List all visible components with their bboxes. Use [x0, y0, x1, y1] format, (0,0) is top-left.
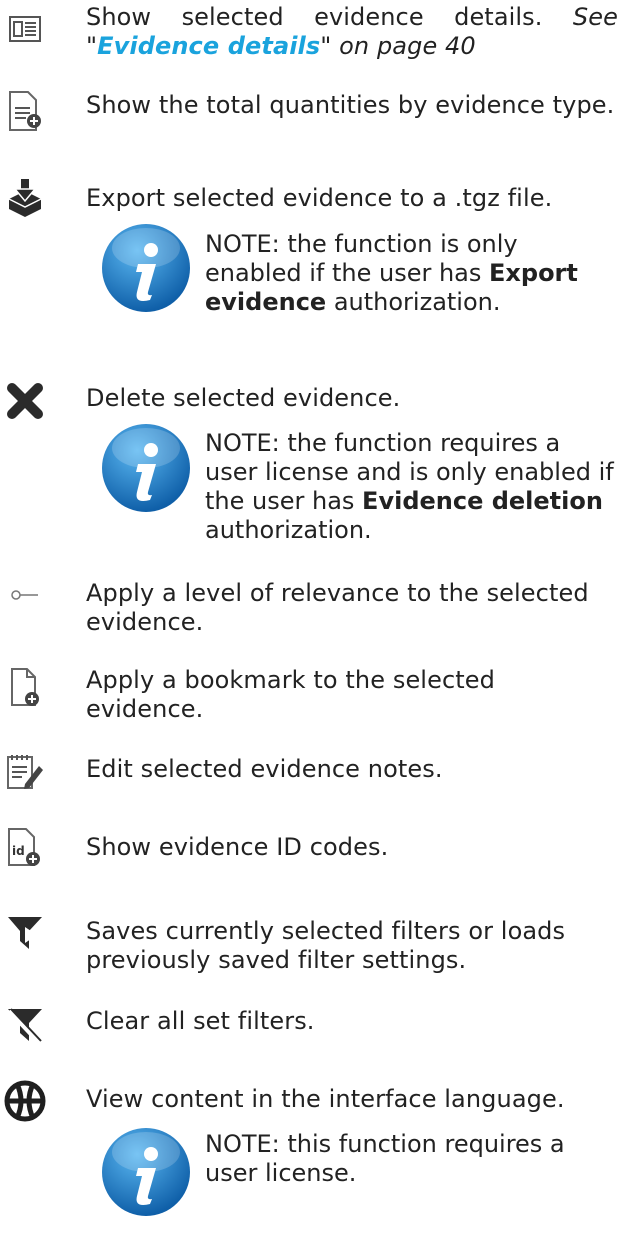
note-text-end: authorization.	[326, 288, 501, 316]
item-filter-save: Saves currently selected filters or load…	[86, 917, 618, 975]
evidence-details-link[interactable]: Evidence details	[97, 32, 320, 60]
bookmark-add-icon	[2, 665, 48, 711]
note-export: NOTE: the function is only enabled if th…	[205, 230, 620, 317]
item-bookmark: Apply a bookmark to the selected evidenc…	[86, 666, 618, 724]
note-text: NOTE: this function requires a user lice…	[205, 1130, 565, 1187]
evidence-details-icon	[2, 6, 48, 52]
item-filter-clear: Clear all set filters.	[86, 1007, 618, 1036]
see-suffix: " on page 40	[320, 32, 476, 60]
edit-notes-icon	[2, 749, 48, 795]
item-globe: View content in the interface language.	[86, 1085, 618, 1114]
item-text: Saves currently selected filters or load…	[86, 917, 566, 974]
totals-add-icon	[2, 88, 48, 134]
svg-text:id: id	[12, 844, 25, 858]
filter-save-icon	[2, 910, 48, 956]
relevance-slider-icon	[2, 572, 48, 618]
item-export: Export selected evidence to a .tgz file.	[86, 184, 618, 213]
item-text: Apply a bookmark to the selected evidenc…	[86, 666, 495, 723]
item-notes: Edit selected evidence notes.	[86, 755, 618, 784]
item-evidence-details: Show selected evidence details. See "Evi…	[86, 3, 618, 61]
close-x-icon	[2, 378, 48, 424]
item-text: Show the total quantities by evidence ty…	[86, 91, 615, 119]
id-codes-icon: id	[2, 825, 48, 871]
note-delete: NOTE: the function requires a user licen…	[205, 429, 620, 545]
note-language: NOTE: this function requires a user lice…	[205, 1130, 620, 1188]
item-delete: Delete selected evidence.	[86, 384, 618, 413]
item-text: Export selected evidence to a .tgz file.	[86, 184, 553, 212]
info-icon	[98, 420, 194, 516]
item-text: Apply a level of relevance to the select…	[86, 579, 589, 636]
item-text: Show evidence ID codes.	[86, 833, 389, 861]
info-icon	[98, 220, 194, 316]
globe-icon	[2, 1078, 48, 1124]
note-bold: Evidence deletion	[362, 487, 603, 515]
info-icon	[98, 1124, 194, 1220]
item-id-codes: Show evidence ID codes.	[86, 833, 618, 862]
item-relevance: Apply a level of relevance to the select…	[86, 579, 618, 637]
item-text: Clear all set filters.	[86, 1007, 315, 1035]
item-text: Show selected evidence details.	[86, 3, 573, 31]
filter-clear-icon	[2, 1002, 48, 1048]
item-totals: Show the total quantities by evidence ty…	[86, 91, 618, 120]
item-text: Edit selected evidence notes.	[86, 755, 443, 783]
note-text-end: authorization.	[205, 516, 372, 544]
note-text: NOTE: the function is only enabled if th…	[205, 230, 518, 287]
export-tray-icon	[2, 175, 48, 221]
item-text: Delete selected evidence.	[86, 384, 401, 412]
item-text: View content in the interface language.	[86, 1085, 565, 1113]
